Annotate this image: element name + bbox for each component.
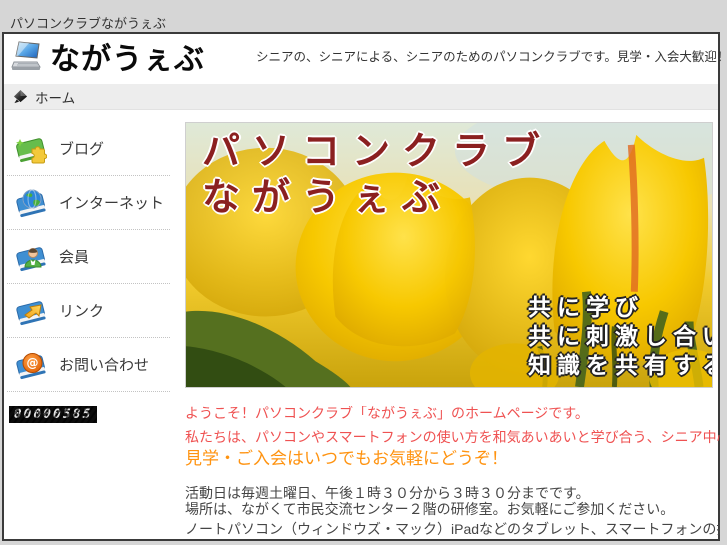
activity-line2: 場所は、ながくて市民交流センター２階の研修室。お気軽にご参加ください。 — [185, 501, 675, 517]
devices-line-ipad: iPad — [451, 521, 480, 537]
banner-slogan-line2: 共に刺激し合い、 — [528, 323, 712, 349]
sidebar-item-label: お問い合わせ — [59, 357, 150, 374]
highlight-line: 見学・ご入会はいつでもお気軽にどうぞ！ — [185, 449, 508, 468]
hit-counter: 00000585 — [9, 406, 97, 423]
site-container: ながうぇぶ シニアの、シニアによる、シニアのためのパソコンクラブです。見学・入会… — [2, 32, 727, 541]
main-content: ようこそ！パソコンクラブ「ながうぇぶ」のホームページです。 私たちは、パソコンや… — [185, 406, 720, 537]
sidebar-item-links[interactable]: リンク — [7, 284, 170, 338]
sidebar-item-members[interactable]: 会員 — [7, 230, 170, 284]
book-puzzle-icon — [16, 137, 47, 164]
menu-item-home[interactable]: ホーム — [4, 87, 75, 107]
sidebar-item-label: インターネット — [59, 195, 165, 212]
banner-slogan: 共に学び 共に刺激し合い、 知識を共有する — [528, 293, 713, 380]
activity-line1: 活動日は毎週土曜日、午後１時３０分から３時３０分までです。 — [185, 485, 590, 501]
sidebar-item-label: 会員 — [59, 249, 90, 266]
devices-line: ノートパソコン（ウィンドウズ・マック）iPadなどのタブレット、スマートフォンの… — [185, 521, 720, 537]
book-mail-icon: @ — [16, 352, 46, 379]
menu-item-home-label: ホーム — [35, 90, 76, 106]
book-person-icon — [16, 246, 46, 271]
banner-image: パソコンクラブ ながうぇぶ 共に学び 共に刺激し合い、 知識を共有する — [185, 122, 713, 388]
intro-line: 私たちは、パソコンやスマートフォンの使い方を和気あいあいと学び合う、シニア中心の… — [185, 430, 720, 445]
sidebar-item-contact[interactable]: @ お問い合わせ — [7, 338, 170, 392]
site-tagline: シニアの、シニアによる、シニアのためのパソコンクラブです。見学・入会大歓迎！ — [256, 50, 727, 64]
menubar: ホーム — [4, 84, 718, 110]
devices-line-suffix: などのタブレット、スマートフォンの操作方法など、わからないことを会員同士で教え合… — [479, 521, 720, 537]
devices-line-prefix: ノートパソコン（ウィンドウズ・マック） — [185, 521, 451, 537]
banner-title: パソコンクラブ ながうぇぶ — [202, 129, 552, 221]
svg-text:@: @ — [27, 356, 39, 370]
banner-title-line2: ながうぇぶ — [202, 177, 453, 219]
welcome-line: ようこそ！パソコンクラブ「ながうぇぶ」のホームページです。 — [185, 406, 589, 421]
banner-slogan-line1: 共に学び — [528, 294, 644, 320]
banner-slogan-line3: 知識を共有する — [528, 352, 713, 378]
home-diamond-icon — [13, 89, 28, 104]
site-title: ながうぇぶ — [50, 43, 205, 76]
sidebar-item-internet[interactable]: インターネット — [7, 176, 170, 230]
sidebar-item-label: ブログ — [59, 141, 105, 158]
sidebar-item-blog[interactable]: ブログ — [7, 122, 170, 176]
laptop-icon — [11, 41, 41, 70]
book-globe-icon — [16, 189, 46, 217]
sidebar-nav: ブログ インターネット 会員 リンク @ お問い合わせ — [7, 122, 170, 392]
page-top-label: パソコンクラブながうぇぶ — [10, 16, 167, 31]
sidebar-item-label: リンク — [59, 303, 105, 320]
banner-title-line1: パソコンクラブ — [202, 131, 553, 173]
book-arrow-icon — [16, 300, 46, 325]
